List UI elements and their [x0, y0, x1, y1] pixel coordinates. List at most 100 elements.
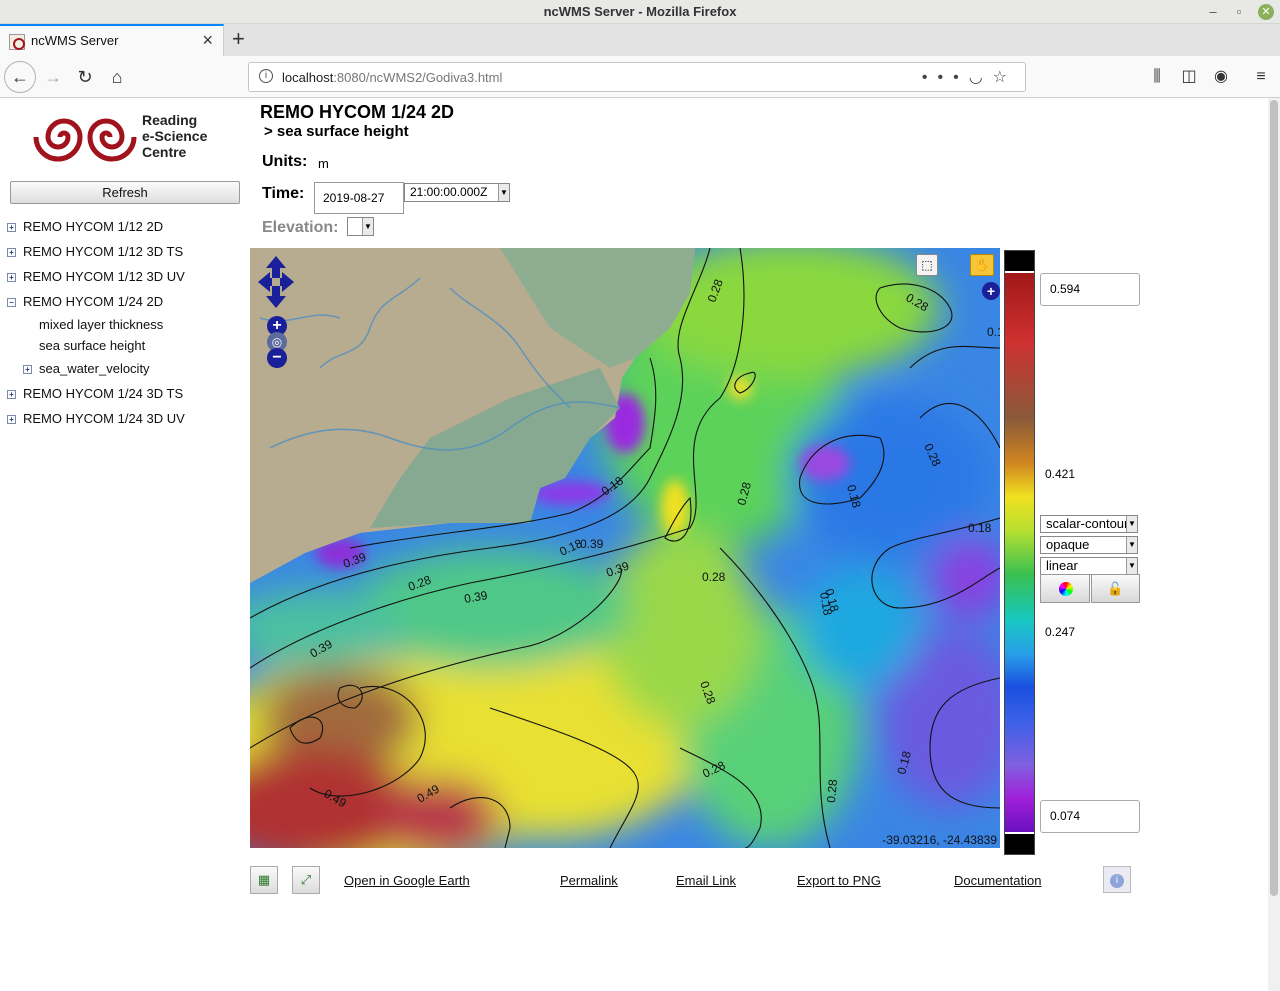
units-label: Units: — [262, 153, 308, 170]
pocket-icon[interactable]: ◡ — [969, 69, 993, 86]
lock-scale-button[interactable]: 🔓 — [1091, 574, 1140, 603]
elevation-label: Elevation: — [262, 219, 339, 236]
dataset-label[interactable]: REMO HYCOM 1/12 3D UV — [23, 269, 185, 284]
tab-close-icon[interactable]: × — [202, 30, 213, 50]
expand-icon[interactable]: + — [7, 415, 16, 424]
library-icon[interactable]: ⫼ — [1144, 62, 1170, 92]
expand-icon[interactable]: + — [7, 248, 16, 257]
variable-item-mixed-layer[interactable]: mixed layer thickness — [39, 317, 163, 332]
dataset-item-5[interactable]: + REMO HYCOM 1/24 3D UV — [7, 411, 185, 426]
reload-icon[interactable]: ↻ — [70, 62, 100, 92]
new-tab-icon[interactable]: + — [232, 26, 245, 52]
dataset-item-0[interactable]: + REMO HYCOM 1/12 2D — [7, 219, 163, 234]
opacity-select[interactable]: opaque ▼ — [1040, 536, 1138, 554]
dataset-item-2[interactable]: + REMO HYCOM 1/12 3D UV — [7, 269, 185, 284]
film-icon: ▦ — [257, 872, 271, 887]
collapse-icon[interactable]: − — [7, 298, 16, 307]
sidebar-toggle-icon[interactable]: ◫ — [1176, 62, 1202, 92]
window-title: ncWMS Server - Mozilla Firefox — [543, 4, 737, 19]
info-button[interactable]: i — [1103, 866, 1131, 893]
palette-button[interactable] — [1040, 574, 1090, 603]
home-icon[interactable]: ⌂ — [102, 62, 132, 92]
fullscreen-button[interactable]: ⤢ — [292, 866, 320, 894]
variable-group-label[interactable]: sea_water_velocity — [39, 361, 150, 376]
dataset-label[interactable]: REMO HYCOM 1/24 3D UV — [23, 411, 185, 426]
pan-hand-icon[interactable]: ✋ — [970, 254, 994, 276]
menu-icon[interactable]: ≡ — [1248, 62, 1274, 92]
date-input[interactable]: 2019-08-27 — [314, 182, 404, 214]
palette-gradient — [1005, 273, 1034, 832]
info-icon: i — [1110, 873, 1124, 888]
google-earth-link[interactable]: Open in Google Earth — [344, 873, 470, 888]
dataset-item-4[interactable]: + REMO HYCOM 1/24 3D TS — [7, 386, 183, 401]
minimize-icon[interactable]: – — [1202, 0, 1224, 24]
scale-max-input[interactable]: 0.594 — [1040, 273, 1140, 306]
animation-button[interactable]: ▦ — [250, 866, 278, 894]
email-link[interactable]: Email Link — [676, 873, 736, 888]
documentation-link[interactable]: Documentation — [954, 873, 1041, 888]
box-select-icon[interactable]: ⬚ — [916, 254, 938, 276]
scale-upper-mid-label: 0.421 — [1045, 467, 1076, 481]
dataset-label[interactable]: REMO HYCOM 1/12 3D TS — [23, 244, 183, 259]
scale-type-select[interactable]: linear ▼ — [1040, 557, 1138, 575]
logo-spiral-icon — [33, 118, 137, 162]
tab-ncwms[interactable]: ncWMS Server × — [0, 24, 224, 56]
contour-label: 0.28 — [702, 570, 726, 584]
contour-label: 0.18 — [987, 325, 1000, 339]
bookmark-star-icon[interactable]: ☆ — [993, 69, 1017, 86]
permalink-link[interactable]: Permalink — [560, 873, 618, 888]
expand-icon[interactable]: + — [7, 223, 16, 232]
units-value: m — [318, 156, 329, 171]
dropdown-arrow-icon: ▼ — [498, 184, 509, 201]
refresh-button[interactable]: Refresh — [10, 181, 240, 204]
favicon-icon — [9, 34, 25, 50]
expand-icon[interactable]: + — [23, 365, 32, 374]
elevation-select[interactable]: ▼ — [347, 217, 374, 236]
pan-arrows-icon[interactable] — [258, 256, 294, 308]
page-content: Reading e-Science Centre Refresh + REMO H… — [0, 98, 1268, 991]
dataset-label[interactable]: REMO HYCOM 1/24 3D TS — [23, 386, 183, 401]
restore-icon[interactable]: ▫ — [1228, 0, 1250, 24]
zoom-out-button[interactable]: − — [267, 348, 287, 368]
url-bar[interactable]: i localhost:8080/ncWMS2/Godiva3.html •••… — [248, 62, 1026, 92]
close-window-icon[interactable]: ✕ — [1258, 4, 1274, 20]
time-select[interactable]: 21:00:00.000Z ▼ — [404, 183, 510, 202]
map-view[interactable]: 0.280.280.180.280.180.180.280.180.280.18… — [250, 248, 1000, 848]
account-icon[interactable]: ◉ — [1208, 62, 1234, 92]
layer-switcher-icon[interactable]: + — [982, 282, 1000, 300]
back-icon[interactable]: ← — [4, 61, 36, 93]
dropdown-arrow-icon: ▼ — [1126, 537, 1137, 553]
forward-icon[interactable]: → — [38, 62, 68, 92]
page-actions-icon[interactable]: ••• — [922, 69, 969, 86]
below-min-swatch — [1005, 834, 1034, 854]
logo-line1: Reading — [142, 112, 198, 128]
variable-group-velocity[interactable]: + sea_water_velocity — [23, 361, 150, 376]
time-label: Time: — [262, 185, 305, 202]
pan-control[interactable] — [258, 256, 294, 308]
scrollbar-thumb[interactable] — [1270, 100, 1278, 896]
tab-label: ncWMS Server — [31, 33, 119, 48]
style-select[interactable]: scalar-contour ▼ — [1040, 515, 1138, 533]
expand-icon[interactable]: + — [7, 273, 16, 282]
dataset-item-1[interactable]: + REMO HYCOM 1/12 3D TS — [7, 244, 183, 259]
cursor-coordinates: -39.03216, -24.43839 — [882, 833, 997, 847]
dataset-label[interactable]: REMO HYCOM 1/12 2D — [23, 219, 163, 234]
lock-icon: 🔓 — [1107, 581, 1124, 596]
reading-escience-logo: Reading e-Science Centre — [30, 108, 230, 166]
dataset-title: REMO HYCOM 1/24 2D — [260, 102, 455, 122]
expand-icon: ⤢ — [300, 872, 312, 887]
dataset-label[interactable]: REMO HYCOM 1/24 2D — [23, 294, 163, 309]
tab-bar: ncWMS Server × + — [0, 24, 1280, 56]
scale-lower-mid-label: 0.247 — [1045, 625, 1076, 639]
variable-item-sea-surface-height[interactable]: sea surface height — [39, 338, 145, 353]
expand-icon[interactable]: + — [7, 390, 16, 399]
dataset-item-3[interactable]: − REMO HYCOM 1/24 2D — [7, 294, 163, 309]
export-png-link[interactable]: Export to PNG — [797, 873, 881, 888]
page-scrollbar[interactable] — [1268, 98, 1280, 991]
logo-line2: e-Science — [142, 128, 208, 144]
dropdown-arrow-icon: ▼ — [362, 218, 373, 235]
site-info-icon[interactable]: i — [259, 69, 273, 83]
contour-label: 0.18 — [968, 521, 992, 535]
scale-min-input[interactable]: 0.074 — [1040, 800, 1140, 833]
url-text[interactable]: localhost:8080/ncWMS2/Godiva3.html — [282, 70, 502, 85]
